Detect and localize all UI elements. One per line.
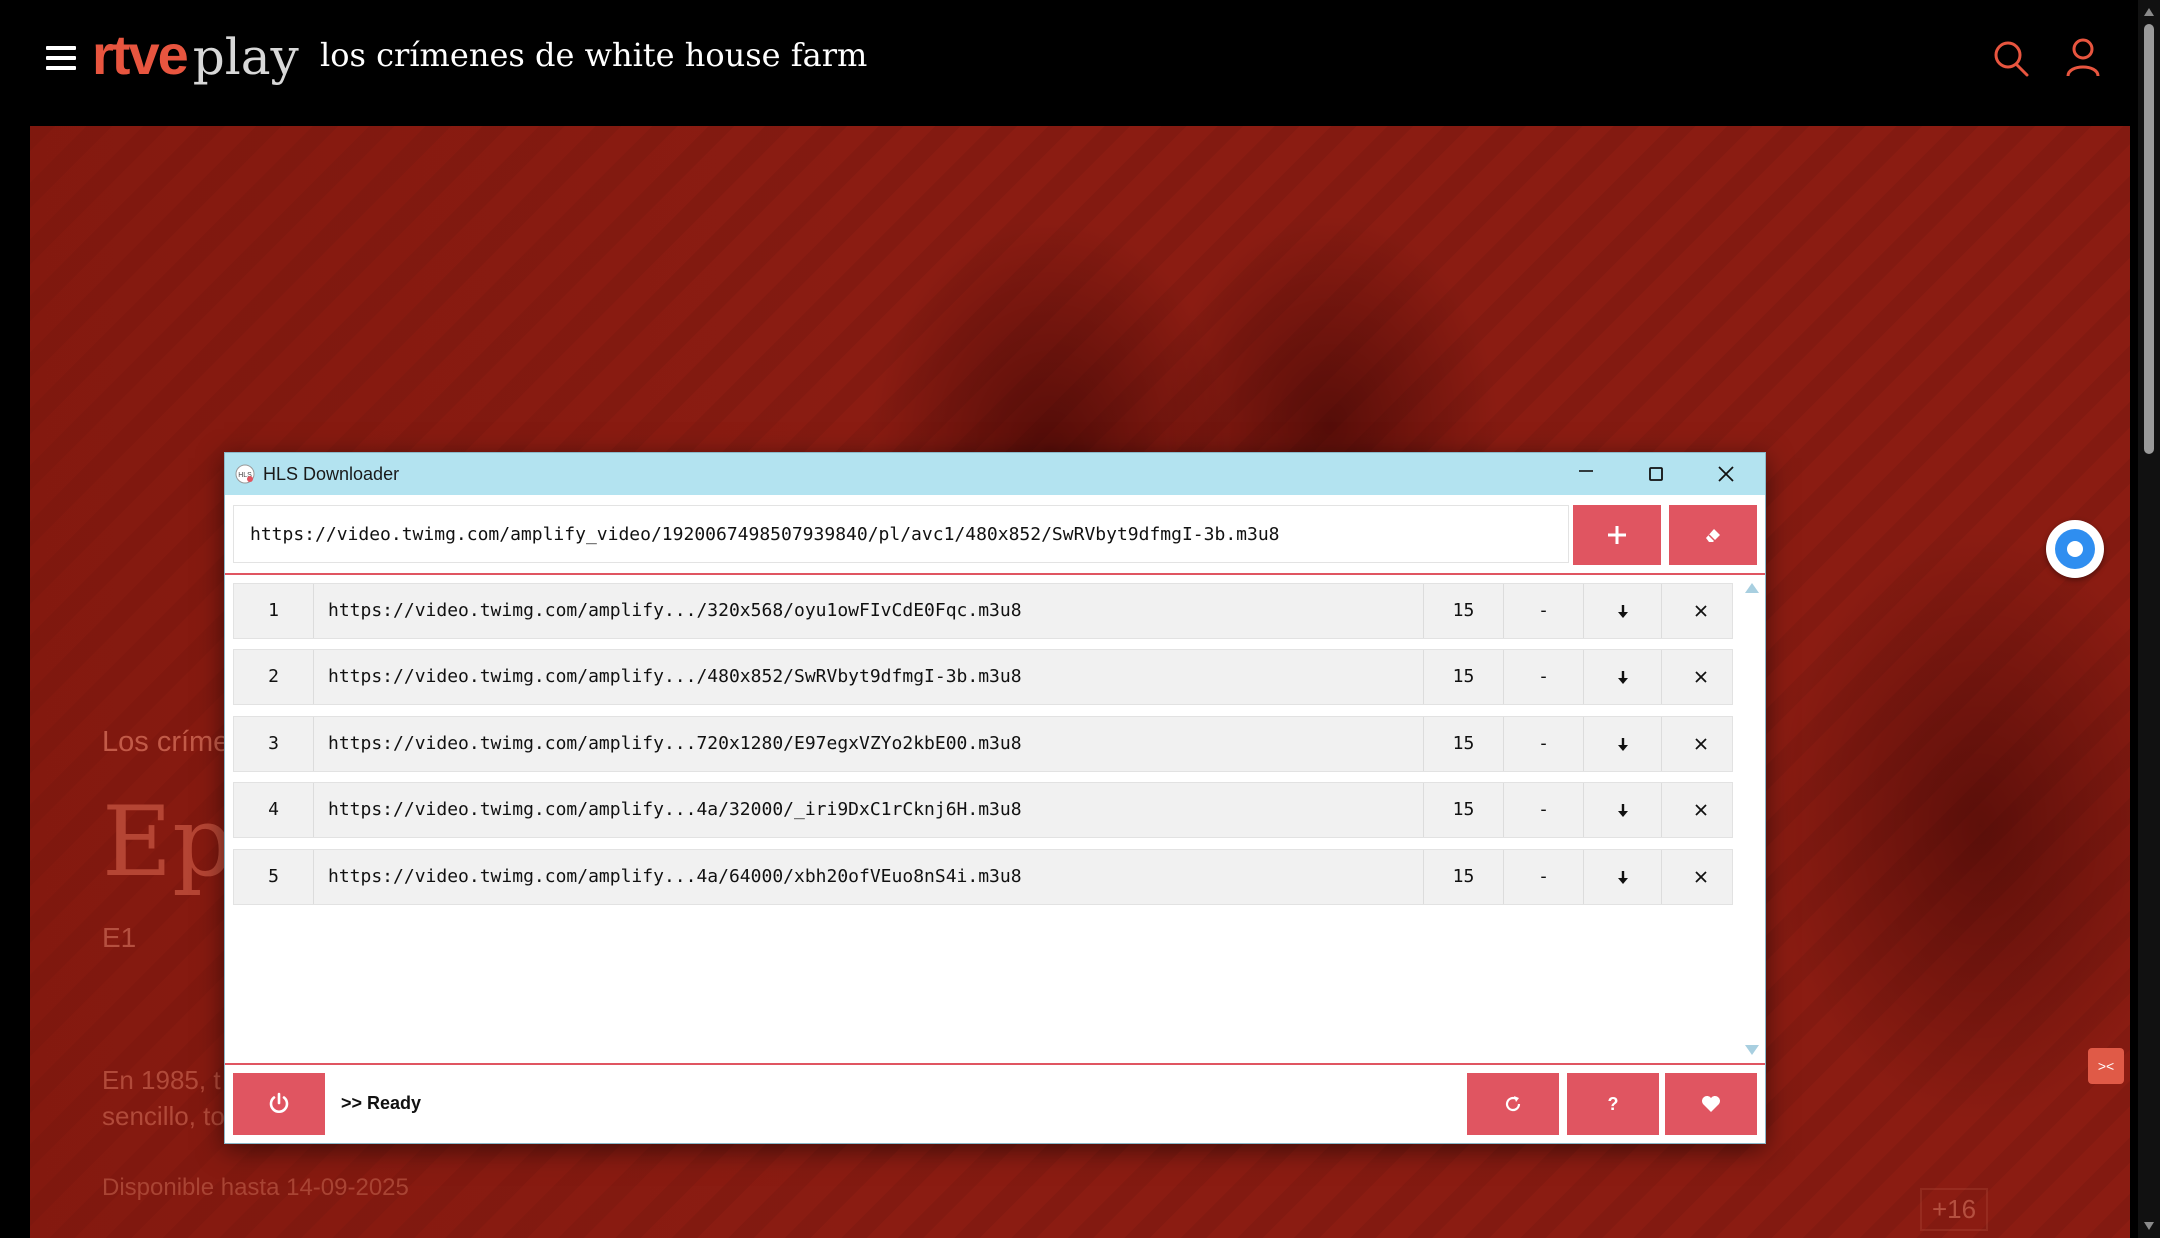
close-x-icon [1695,804,1707,816]
scroll-down-arrow-icon[interactable] [2144,1222,2154,1230]
refresh-icon [1505,1096,1521,1112]
page-scrollbar[interactable] [2138,0,2160,1238]
table-row[interactable]: 1 https://video.twimg.com/amplify.../320… [233,583,1733,639]
status-text: >> Ready [341,1093,422,1113]
power-button[interactable] [233,1073,325,1135]
logo-rtve-text: rtve [92,23,189,86]
playlist-url-input[interactable]: https://video.twimg.com/amplify_video/19… [233,505,1569,563]
playlist-url-value: https://video.twimg.com/amplify_video/19… [250,524,1280,545]
scroll-up-arrow-icon[interactable] [2144,8,2154,16]
row-url: https://video.twimg.com/amplify.../320x5… [314,584,1424,638]
remove-row-button[interactable] [1662,584,1734,638]
donate-heart-button[interactable] [1665,1073,1757,1135]
remove-row-button[interactable] [1662,717,1734,771]
help-label: ? [1607,1094,1619,1114]
download-arrow-icon [1618,671,1628,684]
row-index: 5 [234,850,314,904]
row-url: https://video.twimg.com/amplify.../480x8… [314,650,1424,704]
eraser-icon [1706,529,1720,542]
hamburger-menu-icon[interactable] [46,46,76,70]
row-duration: 15 [1424,650,1504,704]
screen: rtve play los crímenes de white house far… [0,0,2160,1238]
row-url: https://video.twimg.com/amplify...4a/640… [314,850,1424,904]
download-arrow-icon [1618,804,1628,817]
table-row[interactable]: 5 https://video.twimg.com/amplify...4a/6… [233,849,1733,905]
list-scroll-up-icon[interactable] [1745,583,1759,593]
download-arrow-icon [1618,871,1628,884]
close-x-icon [1695,738,1707,750]
row-duration: 15 [1424,717,1504,771]
download-button[interactable] [1584,717,1662,771]
row-index: 4 [234,783,314,837]
download-button[interactable] [1584,783,1662,837]
row-duration: 15 [1424,584,1504,638]
plus-icon [1608,526,1626,544]
power-icon [269,1092,289,1113]
heart-icon [1702,1096,1720,1112]
clear-url-button[interactable] [1669,505,1757,565]
hero-subtitle: Los críme [102,726,230,758]
window-title: HLS Downloader [263,464,400,484]
list-divider-bottom [225,1063,1765,1065]
hero-description-line: En 1985, t [102,1065,221,1095]
download-button[interactable] [1584,584,1662,638]
download-arrow-icon [1618,605,1628,618]
hero-description-line: sencillo, to [102,1101,225,1131]
close-x-icon [1695,871,1707,883]
remove-row-button[interactable] [1662,783,1734,837]
user-icon[interactable] [2066,38,2100,83]
download-button[interactable] [1584,850,1662,904]
minimize-button[interactable] [1553,453,1619,495]
table-row[interactable]: 3 https://video.twimg.com/amplify...720x… [233,716,1733,772]
row-subtitle-toggle[interactable]: - [1504,850,1584,904]
table-row[interactable]: 2 https://video.twimg.com/amplify.../480… [233,649,1733,705]
hero-description: En 1985, t sencillo, to [102,1062,225,1134]
window-titlebar[interactable]: HLS HLS Downloader [225,453,1765,495]
hero-availability: Disponible hasta 14-09-2025 [102,1174,409,1201]
scrollbar-thumb[interactable] [2144,24,2154,454]
close-icon [1718,466,1734,482]
show-title: los crímenes de white house farm [320,36,868,74]
remove-row-button[interactable] [1662,850,1734,904]
row-duration: 15 [1424,783,1504,837]
hls-downloader-window: HLS HLS Downloader https://video.twimg.c… [224,452,1766,1144]
list-scrollbar[interactable] [1743,583,1759,1055]
row-subtitle-toggle[interactable]: - [1504,783,1584,837]
minimize-icon [1579,470,1593,472]
row-index: 1 [234,584,314,638]
row-duration: 15 [1424,850,1504,904]
rtve-play-logo[interactable]: rtve play [92,22,299,92]
search-icon[interactable] [1993,40,2029,83]
logo-play-text: play [192,28,299,86]
add-url-button[interactable] [1573,505,1661,565]
remove-row-button[interactable] [1662,650,1734,704]
age-rating-badge: +16 [1920,1188,1989,1231]
download-button[interactable] [1584,650,1662,704]
site-header: rtve play los crímenes de white house far… [0,0,2138,126]
row-url: https://video.twimg.com/amplify...4a/320… [314,783,1424,837]
refresh-button[interactable] [1467,1073,1559,1135]
row-index: 2 [234,650,314,704]
list-scroll-down-icon[interactable] [1745,1045,1759,1055]
side-widget-icon[interactable]: >< [2088,1048,2124,1084]
help-button[interactable]: ? [1567,1073,1659,1135]
maximize-icon [1649,467,1663,481]
download-arrow-icon [1618,738,1628,751]
table-row[interactable]: 4 https://video.twimg.com/amplify...4a/3… [233,782,1733,838]
hero-episode: E1 [102,922,137,953]
row-subtitle-toggle[interactable]: - [1504,717,1584,771]
row-index: 3 [234,717,314,771]
row-subtitle-toggle[interactable]: - [1504,584,1584,638]
hls-app-icon: HLS [235,464,255,484]
maximize-button[interactable] [1623,453,1689,495]
floating-chat-bubble-icon[interactable] [2046,520,2104,578]
close-x-icon [1695,605,1707,617]
close-window-button[interactable] [1693,453,1759,495]
list-divider-top [225,573,1765,575]
stream-list: 1 https://video.twimg.com/amplify.../320… [233,583,1733,1003]
row-subtitle-toggle[interactable]: - [1504,650,1584,704]
close-x-icon [1695,671,1707,683]
row-url: https://video.twimg.com/amplify...720x12… [314,717,1424,771]
